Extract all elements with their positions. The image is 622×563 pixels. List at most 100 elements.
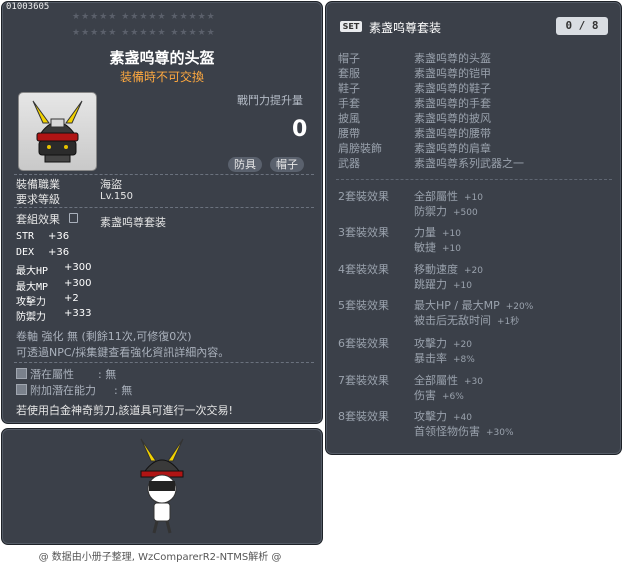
stat-label: STR [16, 231, 35, 242]
set-tooltip-panel: SET 素盏呜尊套装 0 / 8 帽子 素盏呜尊的头盔 套服 素盏呜尊的铠甲 鞋… [325, 1, 622, 455]
divider [336, 179, 612, 180]
category-tag-armor: 防具 [228, 157, 262, 172]
set-effect-stat: 伤害 [414, 389, 436, 402]
set-part-item: 素盏呜尊的披风 [414, 112, 491, 125]
trade-note: 装備時不可交換 [119, 70, 204, 84]
level-value: Lv.150 [100, 191, 133, 202]
character-preview [127, 437, 197, 541]
character-preview-panel [1, 428, 323, 545]
potential-icon [16, 368, 27, 379]
set-effect-value: +500 [453, 208, 478, 218]
set-part-label: 肩膀裝飾 [338, 142, 382, 155]
lock-icon [69, 213, 78, 223]
item-id: 01003605 [6, 2, 50, 12]
set-part-label: 手套 [338, 97, 360, 110]
stat-value: +2 [64, 293, 79, 304]
set-effect-value: +40 [453, 413, 472, 423]
set-effect-line: 防禦力 +500 [414, 203, 478, 219]
stat-label: 最大HP [16, 266, 49, 277]
stat-value: +300 [64, 262, 92, 273]
set-effect-line: 跳躍力 +10 [414, 276, 472, 292]
set-part-label: 鞋子 [338, 82, 360, 95]
set-effect-tier: 6套裝效果 [338, 337, 389, 350]
set-effect-value: +30% [486, 428, 514, 438]
upgrade-info: 卷軸 強化 無 (剩餘11次,可修復0次) [16, 330, 192, 343]
set-effect-stat: 最大HP / 最大MP [414, 299, 500, 312]
bonus-potential-icon [16, 384, 27, 395]
set-part-item: 素盏呜尊的肩章 [414, 142, 491, 155]
job-value: 海盜 [100, 178, 122, 191]
divider [14, 362, 314, 363]
helmet-icon [18, 92, 97, 171]
stat-value: +333 [64, 308, 92, 319]
item-name: 素盏呜尊的头盔 [109, 49, 215, 67]
set-effect-tier: 3套裝效果 [338, 226, 389, 239]
set-effect-value: +20% [505, 302, 534, 312]
set-effect-line: 最大HP / 最大MP +20% [414, 297, 533, 313]
npc-info: 可透過NPC/採集鍵查看強化資訊詳細內容。 [16, 346, 230, 359]
set-effect-line: 移動速度 +20 [414, 261, 483, 277]
set-effect-tier: 5套裝效果 [338, 299, 389, 312]
star-force-row-1: ★★★★★ ★★★★★ ★★★★★ [72, 12, 216, 22]
set-part-item: 素盏呜尊的手套 [414, 97, 491, 110]
stat-label: DEX [16, 247, 35, 258]
item-tooltip-panel: 01003605 ★★★★★ ★★★★★ ★★★★★ ★★★★★ ★★★★★ ★… [1, 1, 323, 424]
set-effect-stat: 防禦力 [414, 205, 447, 218]
set-part-item: 素盏呜尊的腰带 [414, 127, 491, 140]
set-part-label: 腰帶 [338, 127, 360, 140]
potential-value: : 無 [98, 368, 117, 381]
set-effect-tier: 8套裝效果 [338, 410, 389, 423]
set-effect-stat: 首领怪物伤害 [414, 425, 480, 438]
set-part-label: 披風 [338, 112, 360, 125]
set-effect-value: +8% [453, 355, 475, 365]
set-effect-line: 力量 +10 [414, 224, 461, 240]
set-effect-stat: 敏捷 [414, 241, 436, 254]
set-effect-line: 首领怪物伤害 +30% [414, 423, 514, 439]
set-effect-line: 全部屬性 +30 [414, 372, 483, 388]
set-effect-stat: 被击后无敌时间 [414, 314, 491, 327]
set-effect-tier: 2套裝效果 [338, 190, 389, 203]
set-part-label: 套服 [338, 67, 360, 80]
set-part-label: 武器 [338, 157, 360, 170]
set-effect-value: +10 [442, 244, 461, 254]
power-label: 戰鬥力提升量 [237, 94, 303, 107]
set-effect-value: +10 [442, 229, 461, 239]
set-effect-line: 被击后无敌时间 +1秒 [414, 312, 519, 328]
stat-label: 最大MP [16, 282, 49, 293]
star-force-row-2: ★★★★★ ★★★★★ ★★★★★ [72, 28, 216, 38]
stat-value: +36 [48, 231, 70, 242]
set-effect-line: 敏捷 +10 [414, 239, 461, 255]
stat-value: +300 [64, 278, 92, 289]
set-part-item: 素盏呜尊的头盔 [414, 52, 491, 65]
set-effect-stat: 力量 [414, 226, 436, 239]
set-effect-value: +6% [442, 392, 464, 402]
set-part-item: 素盏呜尊系列武器之一 [414, 157, 524, 170]
set-name: 素盏呜尊套装 [369, 21, 442, 35]
stat-label: 攻擊力 [16, 297, 46, 308]
potential-label: 潛在屬性 [30, 368, 74, 381]
set-effect-line: 暴击率 +8% [414, 350, 475, 366]
job-label: 裝備職業 [16, 178, 60, 191]
set-part-item: 素盏呜尊的铠甲 [414, 67, 491, 80]
divider [14, 207, 314, 208]
category-tag-hat: 帽子 [270, 157, 304, 172]
set-effect-value: +10 [453, 281, 472, 291]
set-effect-label: 套組效果 [16, 213, 60, 226]
set-effect-line: 攻擊力 +20 [414, 335, 472, 351]
set-effect-tier: 4套裝效果 [338, 263, 389, 276]
bonus-potential-label: 附加潛在能力 [30, 384, 96, 397]
set-effect-stat: 移動速度 [414, 263, 458, 276]
stat-label: 防禦力 [16, 312, 46, 323]
set-badge-icon: SET [340, 21, 362, 32]
set-effect-line: 伤害 +6% [414, 387, 464, 403]
stat-value: +36 [48, 247, 70, 258]
set-effect-stat: 跳躍力 [414, 278, 447, 291]
set-part-label: 帽子 [338, 52, 360, 65]
set-effect-stat: 攻擊力 [414, 337, 447, 350]
set-effect-stat: 全部屬性 [414, 374, 458, 387]
set-effect-line: 全部屬性 +10 [414, 188, 483, 204]
level-label: 要求等級 [16, 193, 60, 206]
divider [14, 174, 314, 175]
bonus-potential-value: : 無 [114, 384, 133, 397]
scissors-note: 若使用白金神奇剪刀,該道具可進行一次交易! [16, 404, 233, 417]
